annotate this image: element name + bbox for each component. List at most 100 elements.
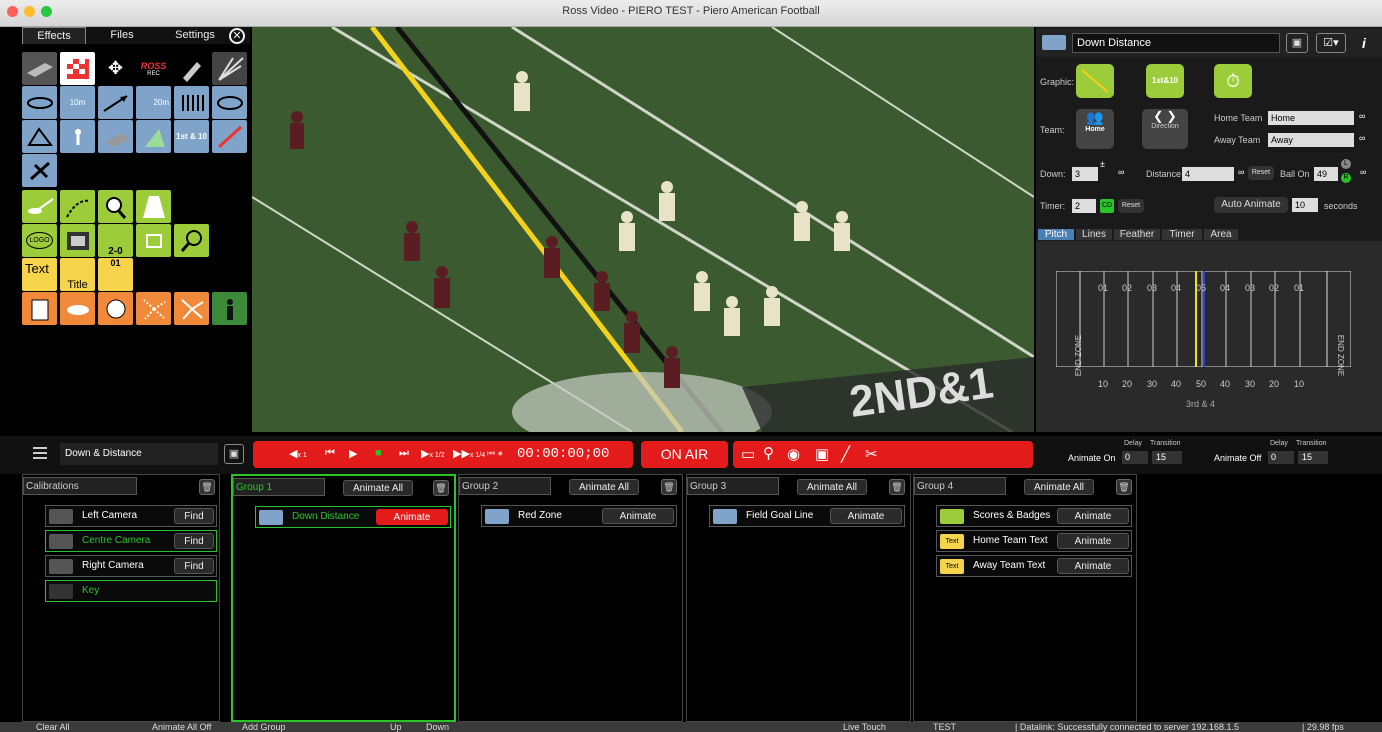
link-icon[interactable]: ∞: [1238, 167, 1244, 177]
line-graphic-option[interactable]: [1076, 64, 1114, 98]
trash-icon[interactable]: 🗑: [433, 480, 449, 496]
group-3-animate-all-button[interactable]: Animate All: [797, 479, 867, 495]
disc-icon[interactable]: [60, 292, 95, 325]
tab-pitch[interactable]: Pitch: [1038, 229, 1074, 240]
reset-distance-button[interactable]: Reset: [1248, 166, 1274, 180]
calibration-right-camera[interactable]: Right Camera Find: [45, 555, 217, 577]
magnifier-tag-icon[interactable]: [98, 190, 133, 223]
trash-icon[interactable]: 🗑: [661, 479, 677, 495]
group-4-animate-all-button[interactable]: Animate All: [1024, 479, 1094, 495]
play-icon[interactable]: ▶: [349, 447, 357, 460]
tab-lines[interactable]: Lines: [1076, 229, 1112, 240]
side-left-toggle[interactable]: L: [1341, 159, 1351, 169]
group-3-item-field-goal-line[interactable]: Field Goal Line Animate: [709, 505, 905, 527]
countdown-badge[interactable]: CD: [1100, 199, 1114, 213]
trash-icon[interactable]: 🗑: [199, 479, 215, 495]
live-touch-button[interactable]: Live Touch: [843, 722, 886, 732]
up-button[interactable]: Up: [390, 722, 402, 732]
on-air-button[interactable]: ON AIR: [641, 441, 728, 468]
save-icon[interactable]: ▣: [1286, 33, 1308, 53]
skip-back-icon[interactable]: ⏮: [325, 447, 335, 460]
clipboard-icon[interactable]: [22, 292, 57, 325]
calibration-centre-camera[interactable]: Centre Camera Find: [45, 530, 217, 552]
group-4-item-scores-badges[interactable]: Scores & Badges Animate: [936, 505, 1132, 527]
distance-10m-icon[interactable]: 10m: [60, 86, 95, 119]
scatter-arrows-icon[interactable]: [136, 292, 171, 325]
timer-field[interactable]: 2: [1072, 199, 1096, 213]
down-field[interactable]: 3: [1072, 167, 1098, 181]
menu-icon[interactable]: [33, 447, 47, 459]
calibration-key[interactable]: Key: [45, 580, 217, 602]
ross-record-icon[interactable]: ROSS REC: [136, 52, 171, 85]
distance-field[interactable]: 4: [1182, 167, 1234, 181]
scissors-icon[interactable]: ✂: [865, 445, 878, 463]
animate-on-transition-field[interactable]: 15: [1152, 451, 1182, 464]
close-panel-icon[interactable]: ✕: [229, 28, 245, 44]
animate-off-delay-field[interactable]: 0: [1268, 451, 1294, 464]
animate-off-transition-field[interactable]: 15: [1298, 451, 1328, 464]
group-4-item-home-team-text[interactable]: Text Home Team Text Animate: [936, 530, 1132, 552]
slow-half-button[interactable]: ▶x 1/2: [421, 447, 445, 460]
video-preview[interactable]: 2ND&1: [252, 27, 1034, 432]
minimize-window-button[interactable]: [24, 6, 35, 17]
eye-icon[interactable]: ◉: [787, 445, 800, 463]
animate-button[interactable]: Animate: [830, 508, 902, 524]
puck-trail-icon[interactable]: [22, 190, 57, 223]
down-stepper-icon[interactable]: ±: [1100, 159, 1105, 169]
graphic-name-field[interactable]: Down Distance: [1072, 33, 1280, 53]
link-icon[interactable]: ∞: [1359, 133, 1365, 143]
magnifier-icon[interactable]: ⚲: [763, 444, 774, 462]
find-button[interactable]: Find: [174, 508, 214, 524]
away-team-field[interactable]: Away: [1268, 133, 1354, 147]
film-strip-icon[interactable]: [60, 224, 95, 257]
side-right-toggle[interactable]: R: [1341, 173, 1351, 183]
group-2-item-red-zone[interactable]: Red Zone Animate: [481, 505, 677, 527]
board-effect-icon[interactable]: [22, 52, 57, 85]
calibration-left-camera[interactable]: Left Camera Find: [45, 505, 217, 527]
group-4-item-away-team-text[interactable]: Text Away Team Text Animate: [936, 555, 1132, 577]
first-and-ten-graphic-option[interactable]: 1st&10: [1146, 64, 1184, 98]
group-1-animate-all-button[interactable]: Animate All: [343, 480, 413, 496]
go-start-icon[interactable]: ⏮ ●: [487, 448, 503, 459]
ball-path-icon[interactable]: [60, 190, 95, 223]
slow-quarter-button[interactable]: ▶▶x 1/4: [453, 447, 485, 460]
shadow-plane-icon[interactable]: [98, 120, 133, 153]
number-tile-icon[interactable]: 01: [98, 258, 133, 291]
tab-feather[interactable]: Feather: [1114, 229, 1160, 240]
first-and-ten-icon[interactable]: 1st & 10: [174, 120, 209, 153]
pen-tool-icon[interactable]: ╱: [841, 445, 850, 463]
rewind-x1-button[interactable]: ◀x 1: [289, 447, 307, 460]
skip-forward-icon[interactable]: ⏭: [399, 447, 409, 460]
pitch-view[interactable]: END ZONE END ZONE 01 02 03 04 05 04 03 0…: [1036, 241, 1382, 432]
animate-button[interactable]: Animate: [602, 508, 674, 524]
group-3-title[interactable]: Group 3: [687, 477, 779, 495]
group-4-title[interactable]: Group 4: [914, 477, 1006, 495]
logo-tile-icon[interactable]: LOGO: [22, 224, 57, 257]
find-button[interactable]: Find: [174, 558, 214, 574]
group-1-item-down-distance[interactable]: Down Distance Animate: [255, 506, 451, 528]
link-icon[interactable]: ∞: [1359, 111, 1365, 121]
tab-effects[interactable]: Effects: [22, 27, 86, 44]
tab-settings[interactable]: Settings: [160, 27, 230, 44]
ellipse-arrow-icon[interactable]: [22, 86, 57, 119]
text-tile-icon[interactable]: Text: [22, 258, 57, 291]
zoom-window-button[interactable]: [41, 6, 52, 17]
distance-20m-icon[interactable]: 20m: [136, 86, 171, 119]
link-icon[interactable]: ∞: [1118, 167, 1124, 177]
home-team-button[interactable]: 👥 Home: [1076, 109, 1114, 149]
animate-button[interactable]: Animate: [1057, 533, 1129, 549]
group-1-title[interactable]: Group 1: [233, 478, 325, 496]
reset-timer-button[interactable]: Reset: [1118, 199, 1144, 213]
tab-files[interactable]: Files: [94, 27, 150, 44]
safe-area-icon[interactable]: ▭: [741, 445, 755, 463]
player-highlight-icon[interactable]: [60, 120, 95, 153]
auto-animate-button[interactable]: Auto Animate: [1214, 197, 1288, 213]
score-bug-icon[interactable]: 2-0: [98, 224, 133, 257]
cone-icon[interactable]: [136, 120, 171, 153]
move-arrows-icon[interactable]: ✥: [98, 52, 133, 85]
trash-icon[interactable]: 🗑: [889, 479, 905, 495]
spread-arrows-icon[interactable]: [174, 292, 209, 325]
spotlight-icon[interactable]: [136, 190, 171, 223]
arrow-line-icon[interactable]: [98, 86, 133, 119]
add-group-button[interactable]: Add Group: [242, 722, 286, 732]
